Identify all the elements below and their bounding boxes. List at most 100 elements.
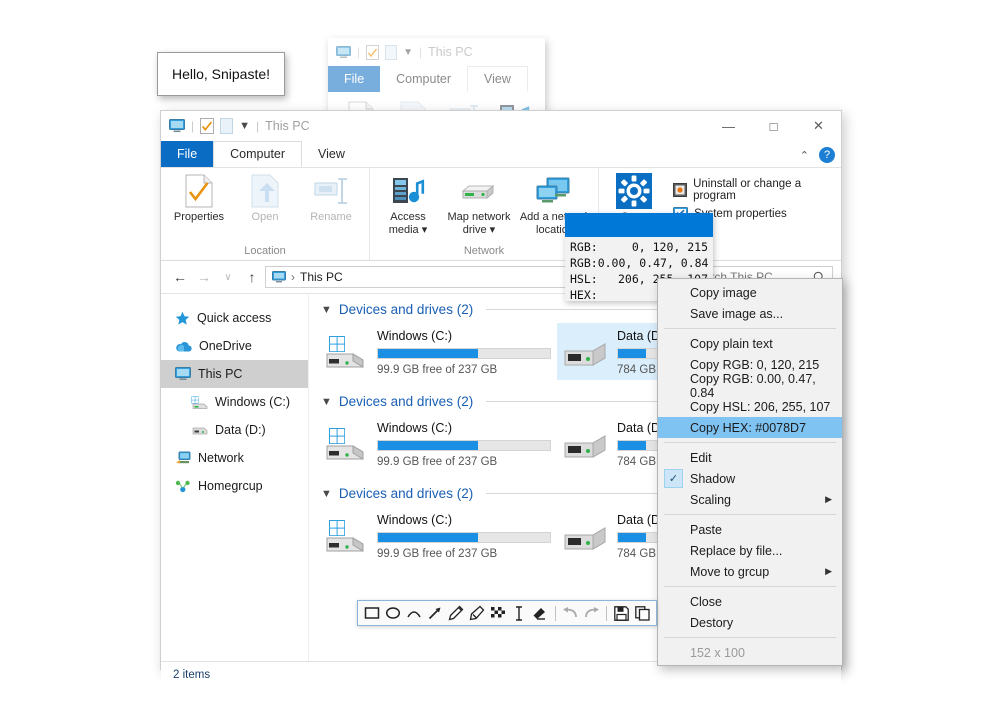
sidebar-item-data-d[interactable]: Data (D:) (161, 416, 308, 444)
snipaste-note[interactable]: Hello, Snipaste! (157, 52, 285, 96)
eraser-tool[interactable] (531, 602, 550, 624)
back-button[interactable]: ← (169, 266, 191, 288)
drive-tile[interactable]: Windows (C:) 99.9 GB free of 237 GB (317, 415, 557, 472)
tab-computer[interactable]: Computer (213, 141, 303, 167)
tab-view[interactable]: View (302, 141, 361, 167)
ellipse-tool[interactable] (383, 602, 402, 624)
breadcrumb-path[interactable]: This PC (300, 270, 343, 284)
toolbar-divider-2 (605, 605, 607, 621)
collapse-ribbon-button[interactable]: ⌃ (800, 149, 809, 162)
context-menu[interactable]: Copy image Save image as... Copy plain tex… (657, 278, 843, 666)
menu-item-paste[interactable]: Paste (658, 519, 842, 540)
up-button[interactable]: ↑ (241, 266, 263, 288)
qat-divider-2: | (256, 119, 260, 133)
properties-quick-icon[interactable] (366, 44, 380, 60)
snippet-tab-view[interactable]: View (467, 66, 528, 92)
help-button[interactable]: ? (819, 147, 835, 163)
color-value-row: RGB: 0, 120, 215 (570, 239, 708, 255)
ribbon-uninstall-program-item[interactable]: Uninstall or change a program (673, 178, 831, 202)
redo-button[interactable] (582, 602, 601, 624)
chevron-down-icon[interactable]: ▼ (321, 488, 332, 500)
menu-item-label: Copy RGB: 0, 120, 215 (690, 357, 820, 372)
minimize-button[interactable]: — (706, 111, 751, 141)
drive-capacity-bar (377, 532, 551, 543)
copy-button[interactable] (633, 602, 652, 624)
snippet-tabstrip: File Computer View (328, 66, 545, 92)
ribbon-map-network-drive-button[interactable]: Map network drive ▾ (442, 172, 516, 236)
menu-item-destory[interactable]: Destory (658, 612, 842, 633)
drive-free-space: 99.9 GB free of 237 GB (377, 548, 498, 560)
menu-item-copy-hex-0078d7[interactable]: Copy HEX: #0078D7 (658, 417, 842, 438)
chevron-down-icon[interactable]: ▼ (239, 120, 250, 132)
snipaste-edit-toolbar[interactable] (357, 600, 657, 626)
menu-item-label: 152 x 100 (690, 645, 745, 660)
menu-item-copy-hsl-206-255-107[interactable]: Copy HSL: 206, 255, 107 (658, 396, 842, 417)
sidebar-item-quick-access[interactable]: Quick access (161, 304, 308, 332)
sidebar-item-this-pc[interactable]: This PC (161, 360, 308, 388)
ribbon-group-network-label: Network (463, 245, 505, 257)
arc-tool[interactable] (404, 602, 423, 624)
menu-item-label: Paste (690, 522, 722, 537)
sidebar-item-onedrive[interactable]: OneDrive (161, 332, 308, 360)
navigation-pane[interactable]: Quick access OneDrive This PC Windows (C:) D… (161, 294, 309, 661)
mosaic-tool[interactable] (489, 602, 508, 624)
tab-file[interactable]: File (161, 141, 214, 167)
menu-item-copy-image[interactable]: Copy image (658, 282, 842, 303)
snippet-tab-computer[interactable]: Computer (380, 66, 467, 92)
ribbon-group-network: Access media ▾ Map network drive ▾ Add a… (369, 168, 598, 260)
new-folder-quick-icon[interactable] (385, 44, 398, 60)
sidebar-item-label: Homegrcup (198, 479, 263, 493)
sidebar-item-windows-c[interactable]: Windows (C:) (161, 388, 308, 416)
marker-tool[interactable] (467, 602, 486, 624)
chevron-down-icon[interactable]: ▼ (321, 304, 332, 316)
properties-quick-icon[interactable] (200, 118, 215, 134)
menu-item-label: Copy HSL: 206, 255, 107 (690, 399, 831, 414)
sidebar-item-homegrcup[interactable]: Homegrcup (161, 472, 308, 500)
menu-separator (664, 442, 836, 443)
menu-item-copy-plain-text[interactable]: Copy plain text (658, 333, 842, 354)
snippet-tab-file[interactable]: File (328, 66, 381, 92)
pencil-tool[interactable] (446, 602, 465, 624)
ribbon-rename-button: Rename (299, 172, 363, 224)
recent-locations-button[interactable]: ∨ (217, 266, 239, 288)
menu-item-replace-by-file[interactable]: Replace by file... (658, 540, 842, 561)
menu-item-copy-rgb-0-00-0-47-0-84[interactable]: Copy RGB: 0.00, 0.47, 0.84 (658, 372, 842, 400)
text-tool[interactable] (510, 602, 529, 624)
ribbon-properties-button[interactable]: Properties (167, 172, 231, 224)
ribbon-access-media-button[interactable]: Access media ▾ (376, 172, 440, 236)
menu-item-label: Copy image (690, 285, 757, 300)
arrow-tool[interactable] (425, 602, 444, 624)
chevron-right-icon: ▶ (825, 566, 832, 576)
menu-item-save-image-as[interactable]: Save image as... (658, 303, 842, 324)
quick-access-icon (175, 311, 190, 326)
close-button[interactable]: ✕ (796, 111, 841, 141)
maximize-button[interactable]: □ (751, 111, 796, 141)
drive-capacity-fill (618, 441, 646, 450)
forward-button[interactable]: → (193, 266, 215, 288)
menu-item-label: Copy HEX: #0078D7 (690, 420, 807, 435)
save-button[interactable] (612, 602, 631, 624)
drive-capacity-fill (378, 441, 478, 450)
menu-item-label: Scaling (690, 492, 731, 507)
menu-item-scaling[interactable]: Scaling ▶ (658, 489, 842, 510)
this-pc-icon (175, 367, 191, 381)
chevron-down-icon[interactable]: ▼ (403, 47, 413, 58)
sidebar-item-network[interactable]: Network (161, 444, 308, 472)
menu-item-move-to-grcup[interactable]: Move to grcup ▶ (658, 561, 842, 582)
drive-tile[interactable]: Windows (C:) 99.9 GB free of 237 GB (317, 323, 557, 380)
color-value-row: RGB: 0.00, 0.47, 0.84 (570, 255, 708, 271)
group-header-label: Devices and drives (2) (338, 394, 474, 409)
menu-item-close[interactable]: Close (658, 591, 842, 612)
chevron-down-icon[interactable]: ▼ (321, 396, 332, 408)
color-value-text: 0, 120, 215 (617, 240, 708, 254)
new-folder-quick-icon[interactable] (220, 118, 234, 134)
undo-button[interactable] (561, 602, 580, 624)
add-network-location-icon (535, 174, 575, 208)
menu-item-shadow[interactable]: ✓ Shadow (658, 468, 842, 489)
ribbon-access-media-label: Access media ▾ (388, 211, 428, 236)
open-icon (251, 174, 279, 208)
rectangle-tool[interactable] (362, 602, 381, 624)
menu-item-edit[interactable]: Edit (658, 447, 842, 468)
drive-tile[interactable]: Windows (C:) 99.9 GB free of 237 GB (317, 507, 557, 564)
drive-free-space: 99.9 GB free of 237 GB (377, 364, 498, 376)
